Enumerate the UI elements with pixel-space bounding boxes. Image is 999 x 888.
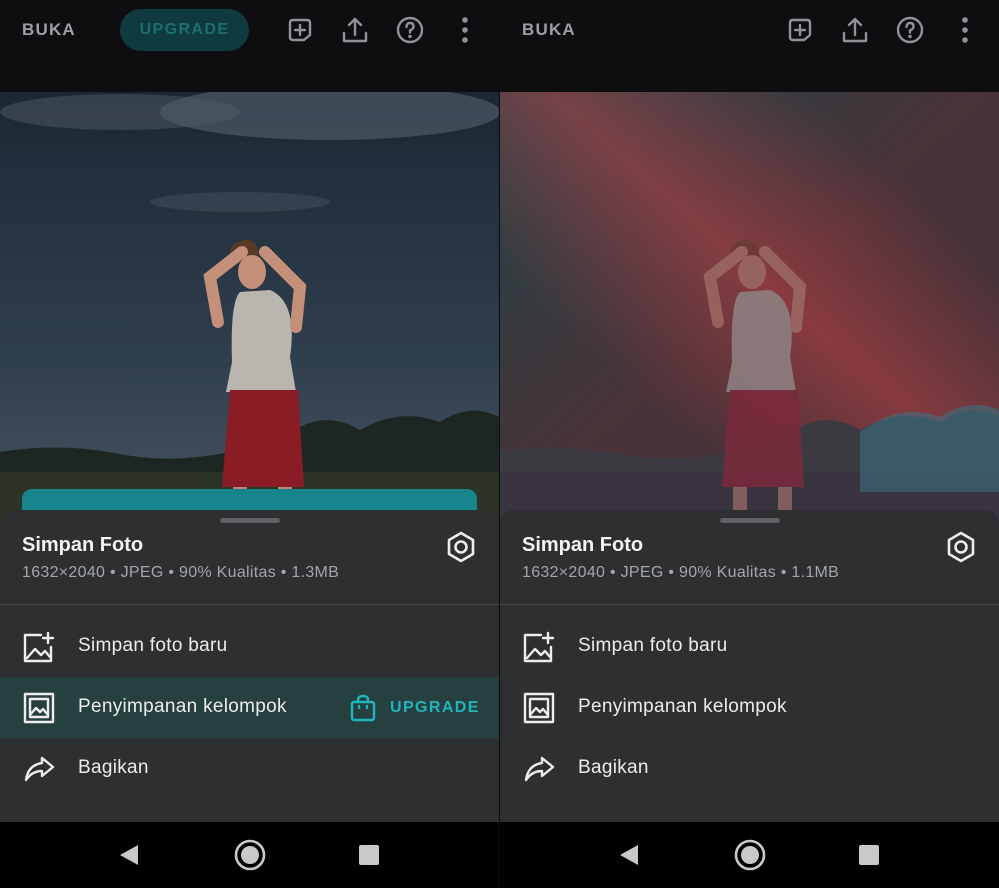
sheet-title: Simpan Foto bbox=[522, 534, 644, 556]
save-new-photo-label: Simpan foto baru bbox=[78, 635, 228, 656]
top-app-bar: BUKA bbox=[500, 0, 999, 92]
shopping-bag-icon bbox=[350, 694, 376, 722]
gallery-icon bbox=[522, 691, 556, 725]
back-triangle-icon[interactable] bbox=[612, 838, 646, 872]
more-vert-icon[interactable] bbox=[449, 14, 481, 46]
save-new-photo-option[interactable]: Simpan foto baru bbox=[0, 616, 499, 677]
export-icon[interactable] bbox=[839, 14, 871, 46]
recents-square-icon[interactable] bbox=[352, 838, 386, 872]
help-icon[interactable] bbox=[394, 14, 426, 46]
gallery-icon bbox=[22, 691, 56, 725]
upgrade-button[interactable]: UPGRADE bbox=[120, 9, 249, 51]
sheet-title: Simpan Foto bbox=[22, 534, 144, 556]
save-photo-sheet: Simpan Foto 1632×2040 • JPEG • 90% Kuali… bbox=[500, 510, 999, 822]
top-app-bar: BUKA UPGRADE bbox=[0, 0, 499, 92]
right-screen: BUKA Simpan Foto 1632×2040 • JPEG • 90% … bbox=[500, 0, 999, 888]
share-option[interactable]: Bagikan bbox=[500, 738, 999, 799]
share-arrow-icon bbox=[522, 752, 556, 786]
export-icon[interactable] bbox=[339, 14, 371, 46]
system-nav-bar bbox=[0, 822, 499, 888]
recents-square-icon[interactable] bbox=[852, 838, 886, 872]
save-new-photo-option[interactable]: Simpan foto baru bbox=[500, 616, 999, 677]
batch-save-label: Penyimpanan kelompok bbox=[578, 696, 787, 717]
photo-preview bbox=[0, 92, 499, 532]
open-button[interactable]: BUKA bbox=[22, 20, 76, 40]
sheet-drag-handle[interactable] bbox=[720, 518, 780, 523]
sheet-divider bbox=[500, 604, 999, 605]
back-triangle-icon[interactable] bbox=[112, 838, 146, 872]
share-label: Bagikan bbox=[78, 757, 149, 778]
add-photo-icon bbox=[22, 630, 56, 664]
system-nav-bar bbox=[500, 822, 999, 888]
batch-save-label: Penyimpanan kelompok bbox=[78, 696, 287, 717]
photo-preview-filtered bbox=[500, 92, 999, 532]
share-arrow-icon bbox=[22, 752, 56, 786]
settings-gear-icon[interactable] bbox=[444, 530, 478, 564]
open-button[interactable]: BUKA bbox=[522, 20, 576, 40]
batch-save-option[interactable]: Penyimpanan kelompok bbox=[500, 677, 999, 738]
add-photo-icon bbox=[522, 630, 556, 664]
help-icon[interactable] bbox=[894, 14, 926, 46]
sheet-divider bbox=[0, 604, 499, 605]
share-label: Bagikan bbox=[578, 757, 649, 778]
save-new-photo-label: Simpan foto baru bbox=[578, 635, 728, 656]
add-layer-icon[interactable] bbox=[784, 14, 816, 46]
settings-gear-icon[interactable] bbox=[944, 530, 978, 564]
batch-save-option[interactable]: Penyimpanan kelompok UPGRADE bbox=[0, 677, 499, 738]
export-details: 1632×2040 • JPEG • 90% Kualitas • 1.1MB bbox=[522, 564, 840, 581]
home-circle-icon[interactable] bbox=[233, 838, 267, 872]
share-option[interactable]: Bagikan bbox=[0, 738, 499, 799]
left-screen: BUKA UPGRADE Simpan Foto 1632×2040 • JPE… bbox=[0, 0, 499, 888]
sheet-drag-handle[interactable] bbox=[220, 518, 280, 523]
export-details: 1632×2040 • JPEG • 90% Kualitas • 1.3MB bbox=[22, 564, 340, 581]
add-layer-icon[interactable] bbox=[284, 14, 316, 46]
save-photo-sheet: Simpan Foto 1632×2040 • JPEG • 90% Kuali… bbox=[0, 510, 499, 822]
batch-save-upgrade-badge[interactable]: UPGRADE bbox=[348, 691, 480, 725]
home-circle-icon[interactable] bbox=[733, 838, 767, 872]
more-vert-icon[interactable] bbox=[949, 14, 981, 46]
upgrade-badge-label: UPGRADE bbox=[390, 699, 480, 716]
